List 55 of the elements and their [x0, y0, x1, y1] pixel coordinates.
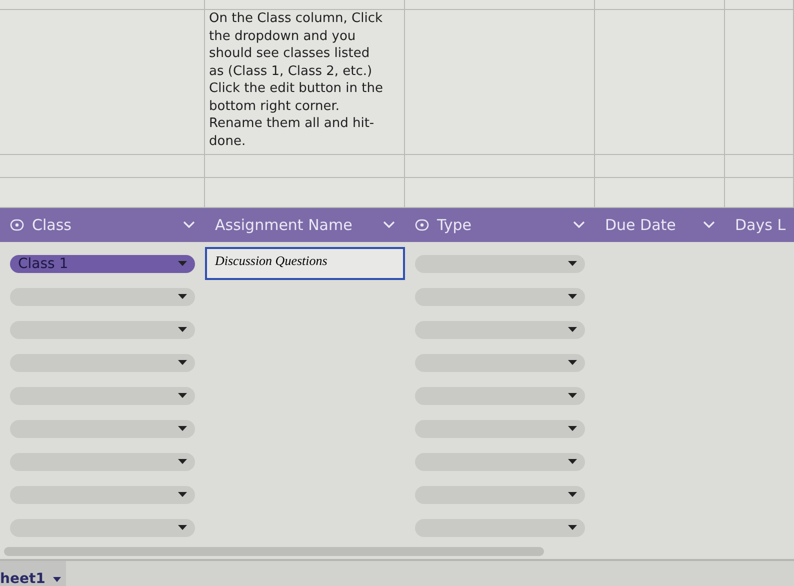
dropdown-arrow-icon — [178, 360, 187, 365]
dropdown-arrow-icon — [178, 525, 187, 530]
grid-cell — [725, 178, 794, 208]
instructions-text: On the Class column, Click the dropdown and you should see classes listed as (Class 1, Class 2, etc.) Click the edit button in the bottom right corner. Rename them all and hit-done. — [205, 10, 405, 155]
grid-cell — [725, 0, 794, 10]
column-header[interactable]: Due Date — [605, 216, 695, 234]
dropdown-arrow-icon — [53, 576, 62, 582]
dropdown-arrow-icon — [178, 327, 187, 332]
dropdown-chip[interactable] — [10, 452, 195, 470]
dropdown-chip[interactable] — [415, 354, 585, 372]
dropdown-arrow-icon — [568, 360, 577, 365]
dropdown-arrow-icon — [178, 492, 187, 497]
dropdown-chip[interactable] — [10, 518, 195, 536]
chevron-icon — [703, 221, 715, 229]
dropdown-chip[interactable] — [415, 518, 585, 536]
dropdown-chip[interactable] — [10, 386, 195, 404]
sheet-tab[interactable]: heet1 — [0, 561, 66, 586]
dropdown-arrow-icon — [568, 327, 577, 332]
dropdown-chip[interactable] — [415, 486, 585, 504]
dropdown-chip[interactable] — [415, 254, 585, 272]
dropdown-chip[interactable] — [415, 452, 585, 470]
dropdown-chip[interactable] — [415, 320, 585, 338]
dropdown-chip[interactable] — [10, 420, 195, 438]
column-header[interactable]: Assignment Name — [215, 216, 375, 234]
dropdown-arrow-icon — [568, 261, 577, 266]
chevron-icon — [573, 221, 585, 229]
dropdown-arrow-icon — [178, 459, 187, 464]
column-header[interactable]: Class — [32, 216, 175, 234]
scrollbar[interactable] — [4, 546, 544, 556]
dropdown-arrow-icon — [568, 393, 577, 398]
dropdown-arrow-icon — [568, 426, 577, 431]
dropdown-chip[interactable]: Class 1 — [10, 254, 195, 272]
cell-editor[interactable]: Discussion Questions — [205, 247, 405, 280]
dropdown-chip[interactable] — [10, 288, 195, 306]
column-header[interactable]: Days L — [735, 216, 786, 234]
dropdown-arrow-icon — [568, 525, 577, 530]
dropdown-chip[interactable] — [415, 420, 585, 438]
chip-icon — [10, 219, 24, 231]
chip-icon — [415, 219, 429, 231]
chevron-icon — [383, 221, 395, 229]
dropdown-arrow-icon — [178, 426, 187, 431]
dropdown-chip[interactable] — [10, 320, 195, 338]
dropdown-chip[interactable] — [415, 386, 585, 404]
column-header[interactable]: Type — [437, 216, 565, 234]
dropdown-arrow-icon — [178, 294, 187, 299]
chevron-icon — [183, 221, 195, 229]
dropdown-arrow-icon — [568, 492, 577, 497]
dropdown-arrow-icon — [568, 294, 577, 299]
dropdown-chip[interactable] — [415, 288, 585, 306]
dropdown-arrow-icon — [568, 459, 577, 464]
grid-cell — [725, 155, 794, 178]
dropdown-chip[interactable] — [10, 486, 195, 504]
dropdown-chip[interactable] — [10, 354, 195, 372]
dropdown-arrow-icon — [178, 261, 187, 266]
dropdown-arrow-icon — [178, 393, 187, 398]
